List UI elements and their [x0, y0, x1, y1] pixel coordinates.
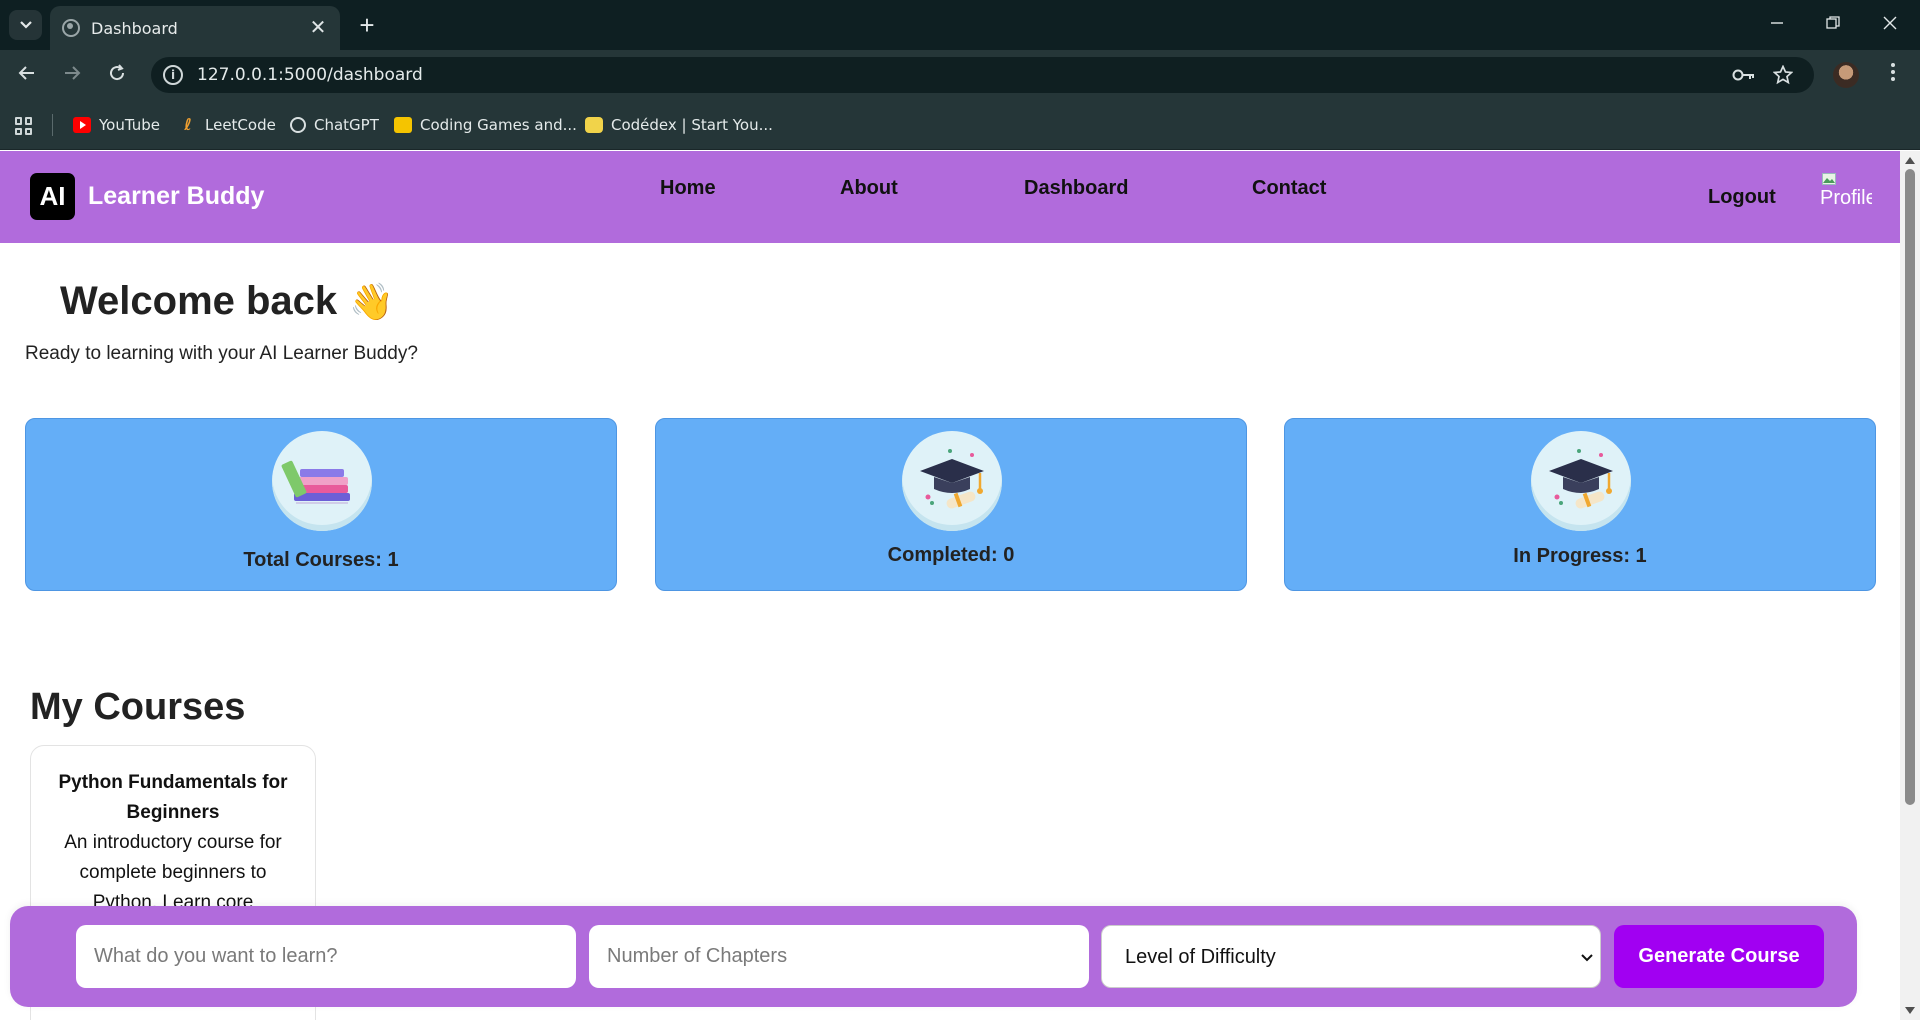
bookmark-star-icon[interactable] — [1772, 57, 1794, 93]
generate-course-button[interactable]: Generate Course — [1614, 925, 1824, 988]
topic-input[interactable] — [76, 925, 576, 988]
chatgpt-icon — [290, 117, 306, 133]
browser-tab-bar: Dashboard ✕ + — [0, 0, 1920, 50]
forward-arrow-icon[interactable] — [55, 58, 89, 92]
profile-alt-text: Profile — [1820, 187, 1872, 209]
close-window-icon[interactable] — [1870, 8, 1910, 40]
browser-tab-dashboard[interactable]: Dashboard ✕ — [50, 6, 340, 50]
course-generator-bar: Level of Difficulty Generate Course — [10, 906, 1857, 1007]
brand-name[interactable]: Learner Buddy — [88, 182, 264, 211]
stat-card-total-courses: Total Courses: 1 — [25, 418, 617, 591]
tab-search-button[interactable] — [9, 10, 42, 40]
bookmark-label: Coding Games and... — [420, 116, 577, 134]
tab-title: Dashboard — [91, 18, 178, 38]
chevron-down-icon — [1580, 926, 1594, 989]
coding-games-icon — [394, 117, 412, 133]
stat-label: Completed: 0 — [887, 544, 1015, 566]
logout-link[interactable]: Logout — [1708, 186, 1776, 209]
globe-icon — [62, 19, 80, 37]
scroll-up-arrow-icon[interactable] — [1905, 157, 1915, 164]
bookmarks-separator — [52, 114, 53, 136]
browser-profile-avatar[interactable] — [1833, 62, 1859, 88]
my-courses-heading: My Courses — [30, 686, 246, 728]
bookmarks-bar: YouTube ℓ LeetCode ChatGPT Coding Games … — [0, 100, 1920, 150]
books-icon — [272, 431, 372, 531]
codedex-icon — [585, 117, 603, 133]
waving-hand-icon: 👋 — [349, 281, 394, 322]
youtube-icon — [73, 117, 91, 133]
bookmark-leetcode[interactable]: ℓ LeetCode — [179, 114, 276, 136]
bookmark-label: Codédex | Start You... — [611, 116, 773, 134]
site-info-icon[interactable]: i — [163, 65, 183, 85]
scrollbar-thumb[interactable] — [1905, 169, 1915, 805]
bookmark-label: ChatGPT — [314, 116, 379, 134]
close-tab-icon[interactable]: ✕ — [306, 16, 330, 40]
browser-menu-icon[interactable] — [1880, 58, 1906, 92]
apps-grid-icon[interactable] — [15, 117, 33, 135]
minimize-icon[interactable] — [1757, 8, 1797, 40]
stat-card-in-progress: In Progress: 1 — [1284, 418, 1876, 591]
url-text[interactable]: 127.0.0.1:5000/dashboard — [197, 65, 423, 85]
page-viewport: AI Learner Buddy Home About Dashboard Co… — [0, 151, 1900, 1020]
chevron-down-icon — [19, 21, 32, 29]
back-arrow-icon[interactable] — [10, 58, 44, 92]
graduation-cap-icon — [1531, 431, 1631, 531]
site-navbar: AI Learner Buddy Home About Dashboard Co… — [0, 151, 1900, 243]
bookmark-youtube[interactable]: YouTube — [73, 114, 160, 136]
difficulty-select[interactable]: Level of Difficulty — [1101, 925, 1601, 988]
chapters-input[interactable] — [589, 925, 1089, 988]
stat-label: In Progress: 1 — [1513, 545, 1647, 567]
password-key-icon[interactable] — [1732, 57, 1756, 93]
restore-icon[interactable] — [1813, 8, 1853, 40]
difficulty-value: Level of Difficulty — [1125, 946, 1276, 968]
address-bar[interactable]: i 127.0.0.1:5000/dashboard — [151, 57, 1814, 93]
broken-image-icon — [1822, 173, 1836, 185]
bookmark-codedex[interactable]: Codédex | Start You... — [585, 114, 773, 136]
nav-link-dashboard[interactable]: Dashboard — [1024, 177, 1128, 200]
reload-icon[interactable] — [100, 58, 134, 92]
welcome-subtitle: Ready to learning with your AI Learner B… — [25, 343, 418, 364]
welcome-heading: Welcome back 👋 — [60, 279, 394, 324]
graduation-cap-icon — [902, 431, 1002, 531]
stat-card-completed: Completed: 0 — [655, 418, 1247, 591]
bookmark-chatgpt[interactable]: ChatGPT — [290, 114, 379, 136]
bookmark-coding-games[interactable]: Coding Games and... — [394, 114, 577, 136]
welcome-text: Welcome back — [60, 279, 338, 323]
logo[interactable]: AI — [30, 173, 75, 220]
stat-label: Total Courses: 1 — [243, 549, 399, 571]
leetcode-icon: ℓ — [184, 115, 192, 134]
nav-link-about[interactable]: About — [840, 177, 898, 200]
profile-image[interactable]: Profile — [1820, 171, 1872, 217]
nav-link-contact[interactable]: Contact — [1252, 177, 1326, 200]
new-tab-button[interactable]: + — [352, 10, 382, 40]
page-scrollbar[interactable] — [1900, 151, 1920, 1020]
scroll-down-arrow-icon[interactable] — [1905, 1007, 1915, 1014]
bookmark-label: YouTube — [99, 116, 160, 134]
nav-link-home[interactable]: Home — [660, 177, 716, 200]
browser-toolbar: i 127.0.0.1:5000/dashboard — [0, 50, 1920, 100]
course-description: An introductory course for complete begi… — [64, 832, 282, 913]
course-title: Python Fundamentals for Beginners — [58, 772, 288, 823]
bookmark-label: LeetCode — [205, 116, 276, 134]
